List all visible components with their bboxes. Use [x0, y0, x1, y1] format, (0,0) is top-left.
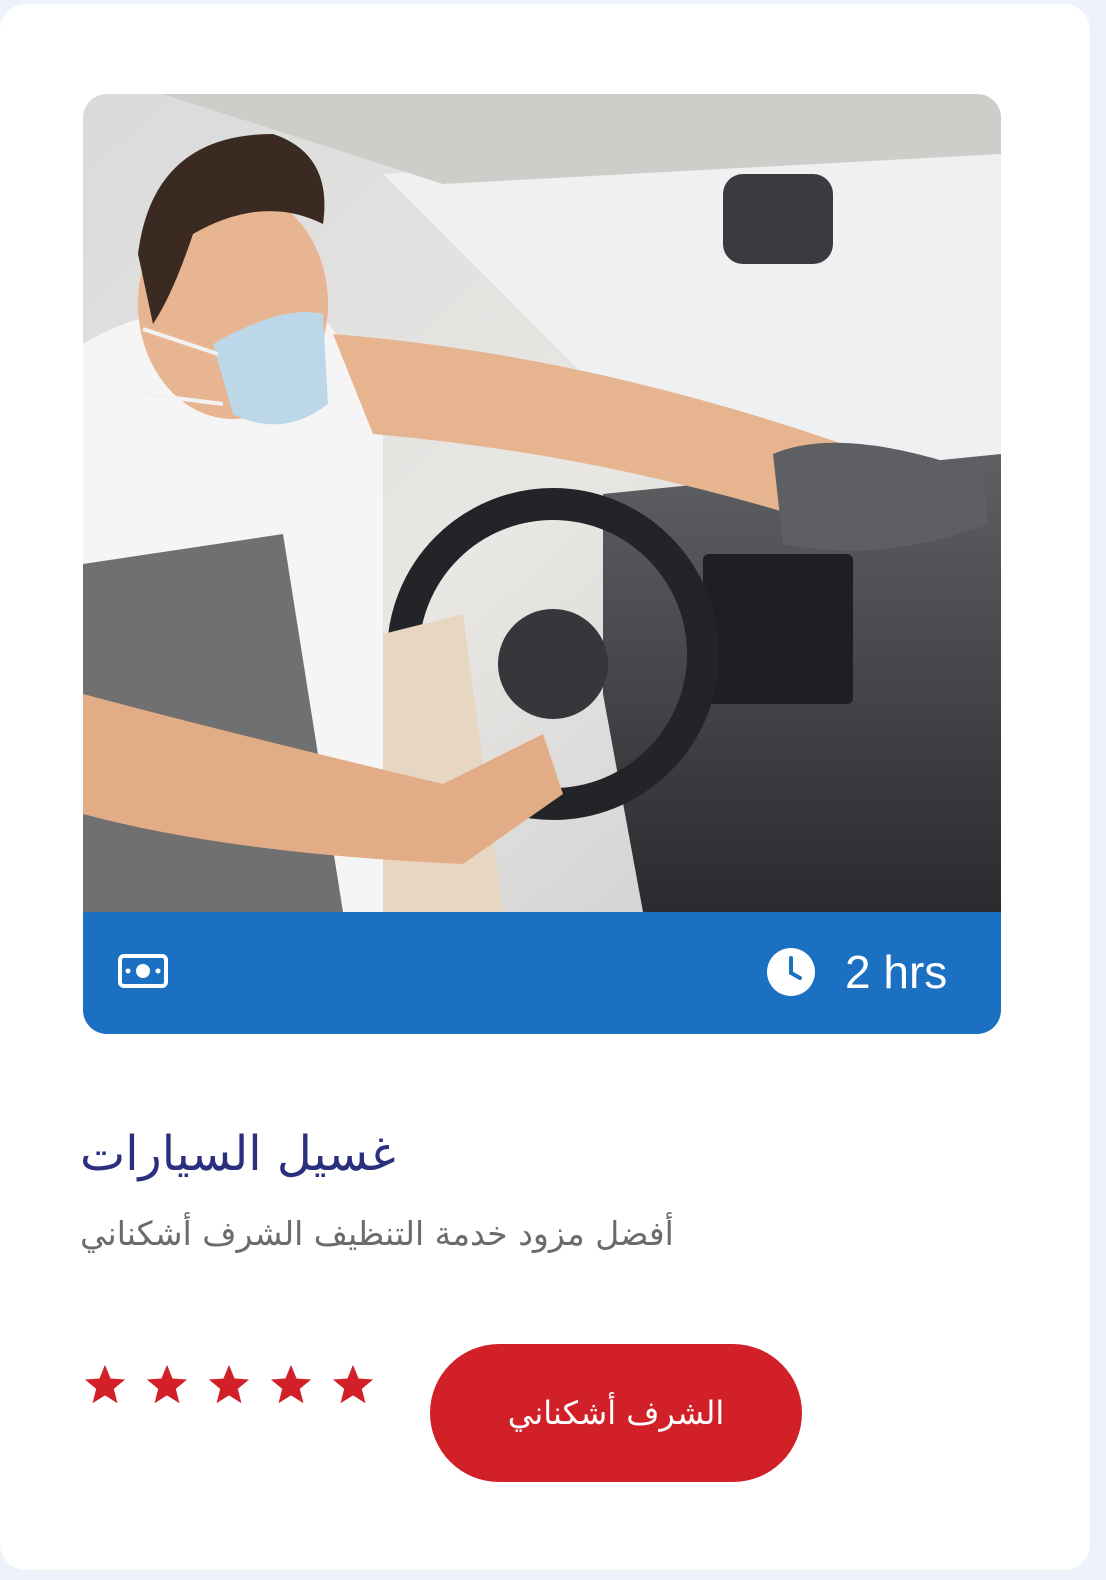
star-icon [208, 1364, 250, 1404]
service-info-bar: 2 hrs [83, 912, 1001, 1034]
money-icon [118, 954, 168, 988]
service-description: أفضل مزود خدمة التنظيف الشرف أشكناني [80, 1214, 674, 1253]
service-duration: 2 hrs [845, 946, 948, 998]
clock-icon [767, 948, 815, 996]
book-button[interactable]: الشرف أشكناني [430, 1344, 802, 1482]
star-icon [84, 1364, 126, 1404]
star-icon [332, 1364, 374, 1404]
star-icon [146, 1364, 188, 1404]
car-interior-cleaning-photo [83, 94, 1001, 912]
rating-stars [82, 1362, 382, 1414]
service-media: 2 hrs [83, 94, 1001, 1034]
star-icon [270, 1364, 312, 1404]
service-card[interactable]: 2 hrs غسيل السيارات أفضل مزود خدمة التنظ… [0, 4, 1090, 1570]
service-title: غسيل السيارات [80, 1126, 396, 1182]
